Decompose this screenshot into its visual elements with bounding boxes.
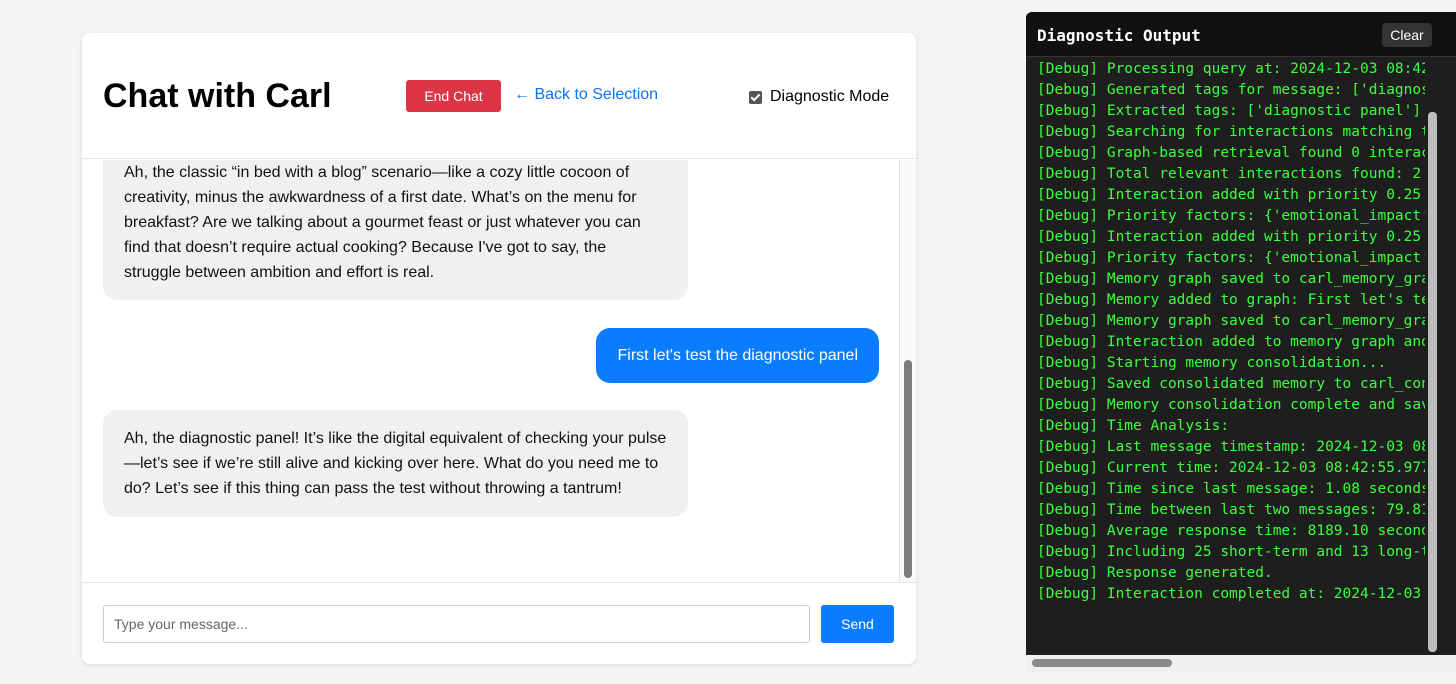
- log-line: [Debug] Current time: 2024-12-03 08:42:5…: [1037, 460, 1427, 476]
- assistant-message: Ah, the diagnostic panel! It’s like the …: [103, 410, 688, 517]
- diagnostic-title: Diagnostic Output: [1037, 26, 1201, 45]
- log-line: [Debug] Searching for interactions match…: [1037, 124, 1427, 140]
- log-line: [Debug] Response generated.: [1037, 565, 1273, 581]
- log-line: [Debug] Extracted tags: ['diagnostic pan…: [1037, 103, 1422, 119]
- log-line: [Debug] Total relevant interactions foun…: [1037, 166, 1422, 182]
- send-button[interactable]: Send: [821, 605, 894, 643]
- log-line: [Debug] Last message timestamp: 2024-12-…: [1037, 439, 1427, 455]
- log-line: [Debug] Memory consolidation complete an…: [1037, 397, 1427, 413]
- log-line: [Debug] Priority factors: {'emotional_im…: [1037, 250, 1427, 266]
- diagnostic-mode-toggle[interactable]: Diagnostic Mode: [749, 88, 889, 106]
- log-line: [Debug] Interaction added with priority …: [1037, 187, 1422, 203]
- back-to-selection-link[interactable]: ← Back to Selection: [514, 86, 658, 104]
- clear-button[interactable]: Clear: [1382, 23, 1432, 47]
- log-line: [Debug] Interaction added with priority …: [1037, 229, 1422, 245]
- message-scrollbar-thumb[interactable]: [904, 360, 912, 578]
- log-line: [Debug] Average response time: 8189.10 s…: [1037, 523, 1427, 539]
- chat-header: Chat with Carl End Chat ← Back to Select…: [82, 33, 916, 159]
- diagnostic-mode-label: Diagnostic Mode: [770, 88, 890, 105]
- log-line: [Debug] Time between last two messages: …: [1037, 502, 1427, 518]
- chat-panel: Chat with Carl End Chat ← Back to Select…: [82, 33, 916, 664]
- log-line: [Debug] Graph-based retrieval found 0 in…: [1037, 145, 1427, 161]
- message-composer: Send: [82, 582, 916, 664]
- assistant-message: Ah, the classic “in bed with a blog” sce…: [103, 160, 688, 300]
- log-line: [Debug] Memory added to graph: First let…: [1037, 292, 1427, 308]
- log-vertical-scrollbar-thumb[interactable]: [1428, 112, 1437, 652]
- diagnostic-panel: Diagnostic Output Clear [Debug] Processi…: [1026, 12, 1456, 672]
- end-chat-button[interactable]: End Chat: [406, 80, 501, 112]
- log-line: [Debug] Priority factors: {'emotional_im…: [1037, 208, 1427, 224]
- log-line: [Debug] Memory graph saved to carl_memor…: [1037, 271, 1427, 287]
- log-line: [Debug] Time since last message: 1.08 se…: [1037, 481, 1427, 497]
- log-line: [Debug] Saved consolidated memory to car…: [1037, 376, 1427, 392]
- diagnostic-log: [Debug] Processing query at: 2024-12-03 …: [1037, 59, 1427, 619]
- message-input[interactable]: [103, 605, 810, 643]
- message-list: Ah, the classic “in bed with a blog” sce…: [82, 160, 916, 582]
- page-title: Chat with Carl: [103, 77, 332, 115]
- log-line: [Debug] Starting memory consolidation...: [1037, 355, 1387, 371]
- log-line: [Debug] Memory graph saved to carl_memor…: [1037, 313, 1427, 329]
- log-line: [Debug] Generated tags for message: ['di…: [1037, 82, 1427, 98]
- log-line: [Debug] Interaction added to memory grap…: [1037, 334, 1427, 350]
- log-horizontal-scrollbar-thumb[interactable]: [1032, 659, 1172, 667]
- diagnostic-mode-checkbox[interactable]: [749, 90, 762, 104]
- log-line: [Debug] Processing query at: 2024-12-03 …: [1037, 61, 1427, 77]
- log-line: [Debug] Including 25 short-term and 13 l…: [1037, 544, 1427, 560]
- user-message: First let's test the diagnostic panel: [596, 328, 879, 383]
- log-line: [Debug] Time Analysis:: [1037, 418, 1230, 434]
- log-line: [Debug] Interaction completed at: 2024-1…: [1037, 586, 1427, 602]
- diagnostic-header: Diagnostic Output Clear: [1026, 12, 1456, 57]
